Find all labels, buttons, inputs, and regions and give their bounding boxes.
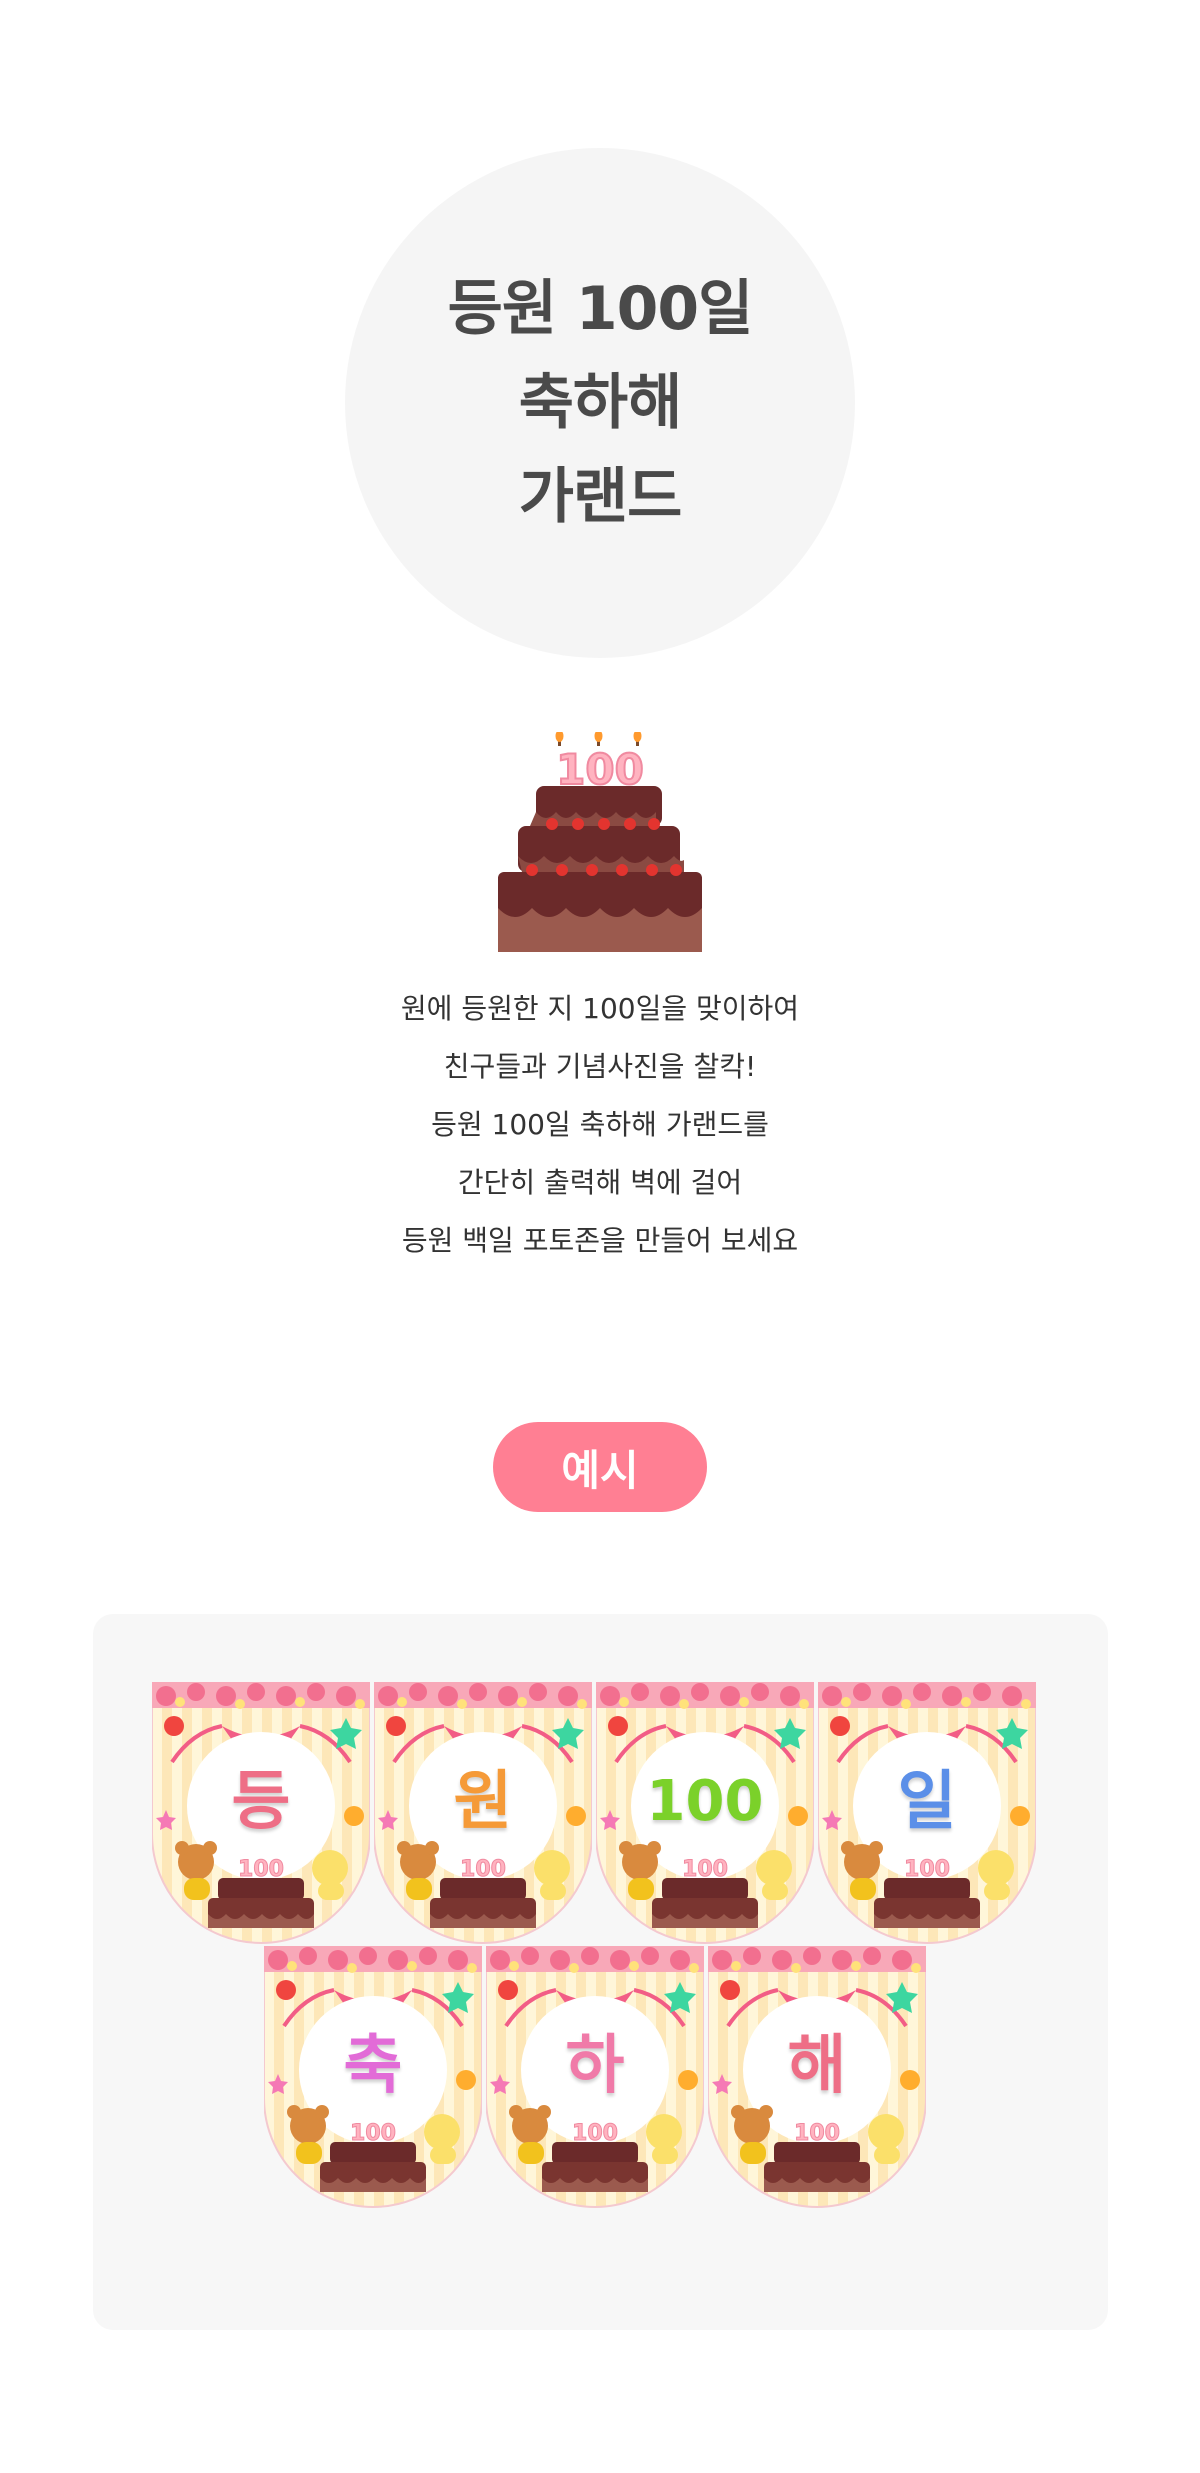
mini-cake-topper: 100 <box>572 2121 618 2146</box>
garland-flag-6: 100 하 <box>486 1946 704 2208</box>
mini-cake-topper: 100 <box>794 2121 840 2146</box>
page-title-line-1: 등원 100일 <box>447 274 754 344</box>
garland-flag-3: 100 100 <box>596 1682 814 1944</box>
garland-flag-4: 100 일 <box>818 1682 1036 1944</box>
description-line-4: 간단히 출력해 벽에 걸어 <box>457 1166 743 1199</box>
title-badge: 등원 100일 축하해 가랜드 <box>345 148 855 658</box>
mini-cake-topper: 100 <box>904 1857 950 1882</box>
garland-flag-7: 100 해 <box>708 1946 926 2208</box>
cake-illustration: 100 <box>496 730 704 952</box>
garland-flag-2: 100 원 <box>374 1682 592 1944</box>
mini-cake-topper: 100 <box>682 1857 728 1882</box>
mini-cake-topper: 100 <box>460 1857 506 1882</box>
garland-flag-5: 100 축 <box>264 1946 482 2208</box>
flag-character: 100 <box>645 1768 765 1836</box>
description: 원에 등원한 지 100일을 맞이하여 친구들과 기념사진을 찰칵! 등원 10… <box>0 980 1200 1270</box>
page-title-line-2: 축하해 <box>518 368 683 438</box>
example-label: 예시 <box>493 1422 707 1512</box>
cake-icon: 100 <box>498 730 702 952</box>
flag-character: 해 <box>786 2028 848 2105</box>
flag-character: 등 <box>230 1764 292 1841</box>
description-line-3: 등원 100일 축하해 가랜드를 <box>431 1108 769 1141</box>
mini-cake-topper: 100 <box>350 2121 396 2146</box>
description-line-5: 등원 백일 포토존을 만들어 보세요 <box>401 1224 799 1257</box>
page-title-line-3: 가랜드 <box>518 462 683 532</box>
flag-character: 하 <box>564 2028 626 2105</box>
mini-cake-topper: 100 <box>238 1857 284 1882</box>
garland-flag-1: 100 등 <box>152 1682 370 1944</box>
description-line-2: 친구들과 기념사진을 찰칵! <box>443 1050 757 1083</box>
description-line-1: 원에 등원한 지 100일을 맞이하여 <box>400 992 800 1025</box>
flag-character: 축 <box>342 2028 404 2105</box>
flag-character: 일 <box>896 1764 958 1841</box>
flag-character: 원 <box>452 1764 514 1841</box>
